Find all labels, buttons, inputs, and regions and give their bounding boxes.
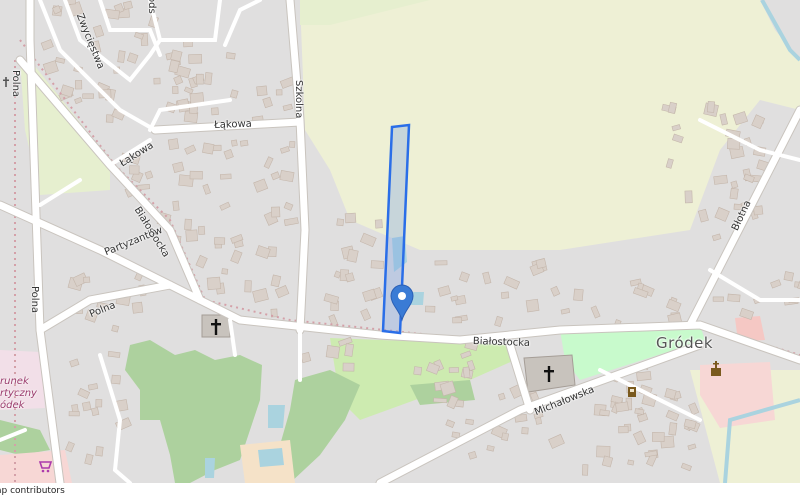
building [729,187,739,200]
pond [268,405,285,428]
building [271,206,281,218]
building [111,324,120,333]
building [172,200,180,211]
building [636,371,652,382]
building [122,0,133,10]
poi-label-line: rtyczny [0,388,37,399]
building [81,401,92,412]
building [95,446,104,457]
building [211,107,219,116]
building [91,407,100,417]
building [615,401,629,413]
building [448,367,459,373]
street-label-szkolna: Szkolna [293,80,304,119]
building [344,212,357,224]
building [573,288,584,302]
building [239,139,249,147]
street-label-polna: Polna [10,70,21,98]
building [433,397,448,404]
building [413,366,423,376]
building [74,80,83,90]
building [83,276,91,284]
building [336,218,345,227]
building [129,165,140,175]
building [137,183,151,191]
building [618,425,629,434]
building [230,139,238,147]
building [783,271,794,282]
building [684,190,693,204]
building [82,93,94,99]
building [185,229,198,242]
building [196,73,204,85]
building [184,218,193,231]
building [599,409,610,417]
building [221,268,229,275]
poi-label: runek rtyczny ódek [0,376,37,412]
building [627,459,635,466]
building [300,351,312,364]
building [706,100,716,113]
street-label-polna-lower: Polna [29,286,40,314]
place-label-grodek: Gródek [656,334,714,352]
building [204,72,213,85]
building [189,170,203,180]
building [206,276,221,291]
building [344,343,354,357]
building [225,52,236,60]
building [219,173,232,180]
building [188,54,203,64]
building [68,411,80,417]
street-label-lakowa: Łąkowa [214,118,252,131]
building [107,350,121,358]
building [111,374,121,385]
poi-label-line: ódek [0,400,25,411]
building [153,77,161,85]
building [452,317,462,324]
poi-label-line: runek [0,376,29,387]
building [370,260,384,269]
building [596,445,611,458]
building [500,291,510,299]
building [256,85,268,97]
building [712,296,724,302]
building [325,345,341,359]
building [279,170,295,183]
building [131,301,144,314]
building [713,174,728,185]
building [172,86,179,94]
building [202,142,215,155]
building [525,298,540,313]
building [214,237,226,245]
building [170,49,183,62]
building [582,464,589,476]
monument-icon [628,387,636,397]
building [374,219,383,229]
building [275,89,283,96]
building [197,225,206,235]
pond [258,448,284,467]
building [521,427,529,435]
pond [205,458,215,478]
building [117,50,126,63]
building [668,422,678,436]
map-view[interactable]: Zwycięstwa ods Szkolna Łąkowa Łąkowa Bia… [0,0,800,483]
building [346,248,359,263]
building [167,138,180,151]
building [289,141,296,148]
building [95,399,103,408]
building [465,418,474,425]
map-attribution[interactable]: ap contributors [0,483,800,500]
building [425,305,436,313]
building [342,362,355,372]
building [652,431,665,443]
building [501,432,510,441]
street-label-top: ods [146,0,157,14]
building [727,293,741,303]
building [244,280,252,293]
attribution-text: ap contributors [0,486,65,496]
building [434,260,448,266]
building [535,258,547,269]
street-label-bialostocka: Białostocka [472,336,531,349]
